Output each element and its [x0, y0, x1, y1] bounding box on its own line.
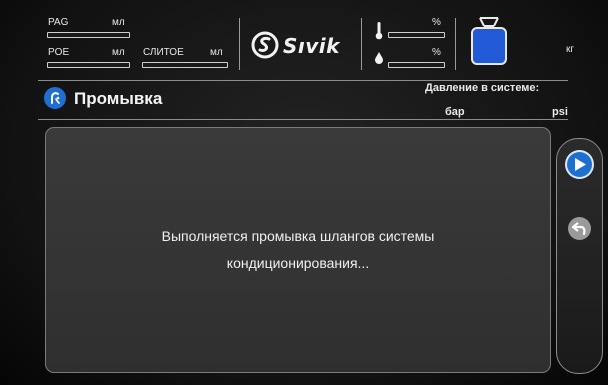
drain-label: СЛИТОЕ — [143, 47, 184, 58]
wash-icon — [51, 92, 60, 104]
side-button-column — [556, 138, 603, 374]
sivik-logo-icon — [251, 31, 279, 59]
humidity-level-bar — [388, 62, 445, 68]
poe-label: POE — [48, 47, 70, 58]
brand-logo: Sıvik — [250, 30, 350, 62]
temperature-unit: % — [432, 17, 441, 28]
wash-icon-badge — [44, 87, 66, 109]
status-message: Выполняется промывка шлангов системы кон… — [46, 223, 550, 277]
page-title: Промывка — [74, 89, 163, 108]
pressure-label: Давление в системе: — [425, 82, 540, 94]
thermometer-icon — [375, 22, 383, 40]
poe-unit: мл — [112, 47, 125, 58]
play-icon — [575, 158, 586, 171]
pag-label: PAG — [48, 17, 69, 28]
pag-unit: мл — [112, 17, 125, 28]
tank-unit: кг — [566, 44, 575, 55]
status-message-line2: кондиционирования... — [226, 255, 370, 271]
title-top-rule — [38, 80, 568, 81]
refrigerant-tank-icon — [471, 17, 507, 65]
brand-name: Sıvik — [283, 34, 340, 58]
title-bar: Промывка Давление в системе: бар psi — [38, 82, 568, 118]
drain-unit: мл — [210, 47, 223, 58]
play-button[interactable] — [567, 152, 592, 177]
status-message-line1: Выполняется промывка шлангов системы — [161, 228, 435, 244]
poe-level-bar — [47, 62, 130, 68]
header-bar: PAG мл POE мл СЛИТОЕ мл Sıvik % % кг — [0, 0, 608, 78]
humidity-unit: % — [432, 47, 441, 58]
pag-level-bar — [47, 32, 130, 38]
back-button[interactable] — [568, 217, 591, 240]
pressure-unit-bar: бар — [445, 106, 465, 118]
temperature-level-bar — [388, 32, 445, 38]
title-bottom-rule — [38, 119, 568, 120]
droplet-icon — [375, 52, 383, 64]
header-divider-3 — [455, 18, 456, 70]
drain-level-bar — [142, 62, 228, 68]
pressure-unit-psi: psi — [552, 106, 568, 118]
header-divider-1 — [239, 18, 240, 70]
header-divider-2 — [361, 18, 362, 70]
back-arrow-icon — [572, 222, 586, 235]
message-panel: Выполняется промывка шлангов системы кон… — [45, 127, 551, 373]
app-screen: PAG мл POE мл СЛИТОЕ мл Sıvik % % кг Про… — [0, 0, 608, 385]
